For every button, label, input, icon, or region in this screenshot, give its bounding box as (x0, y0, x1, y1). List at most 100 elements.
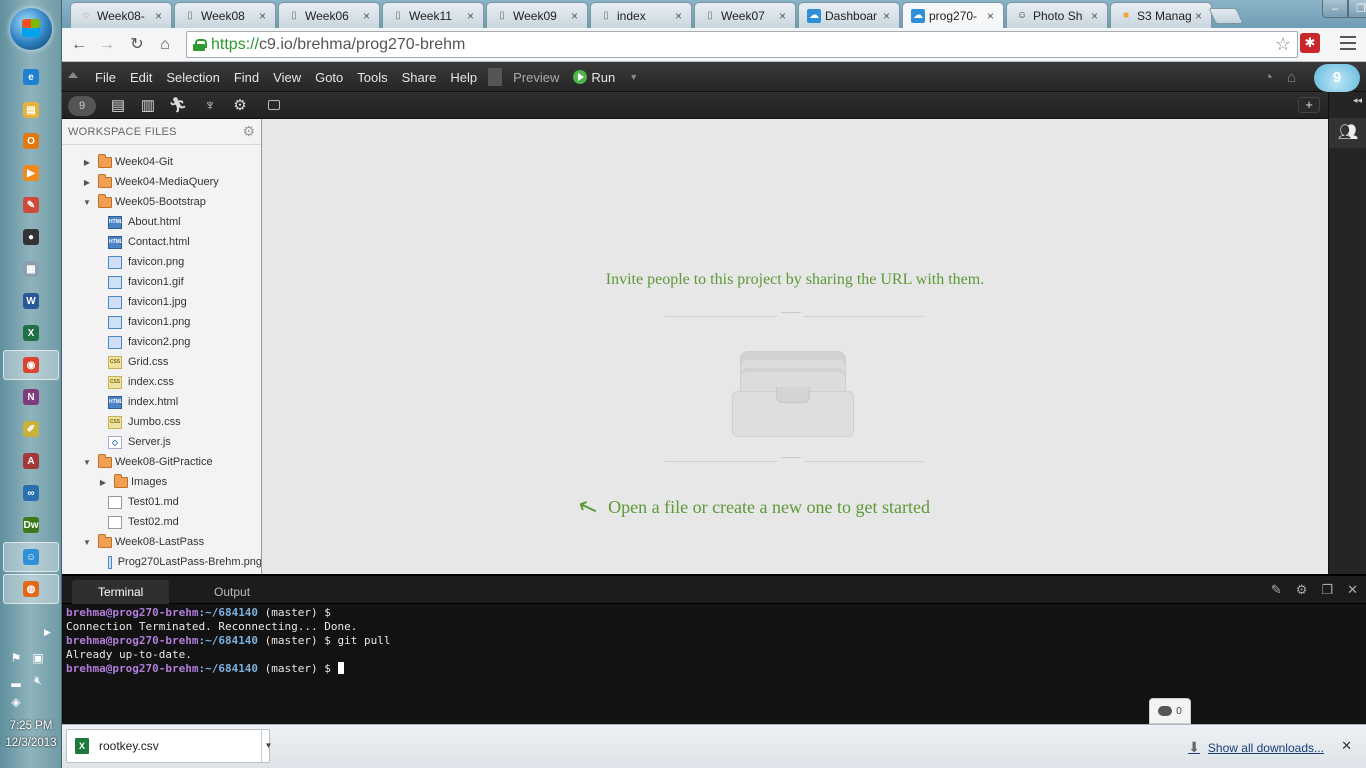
action-center-icon[interactable]: ⚑ (8, 650, 24, 666)
browser-tab[interactable]: ▯ Week07 × (694, 2, 796, 28)
dashboard-home-icon[interactable]: ⌂ (1287, 69, 1296, 86)
tree-file[interactable]: favicon1.png (62, 312, 261, 332)
tree-file[interactable]: HTML index.html (62, 392, 261, 412)
close-tab-icon[interactable]: × (1091, 9, 1101, 23)
maximize-button[interactable]: ❐ (1348, 0, 1366, 18)
cloud-toggle-icon[interactable]: 9 (68, 96, 96, 116)
collapse-menubar-icon[interactable] (68, 72, 78, 78)
menu-goto[interactable]: Goto (308, 70, 350, 85)
expand-chevron-icon[interactable]: ◂◂ (1353, 95, 1362, 106)
forward-arrow-icon[interactable]: → (96, 34, 118, 56)
taskbar-app-button[interactable]: ◉ (3, 350, 59, 380)
taskbar-app-button[interactable]: W (3, 286, 59, 316)
menu-file[interactable]: File (88, 70, 123, 85)
tree-folder[interactable]: ▼ Week08-GitPractice (62, 452, 261, 472)
volume-muted-icon[interactable]: 🔇︎ (30, 672, 46, 688)
new-tab-button[interactable] (1208, 8, 1244, 24)
files-settings-gear-icon[interactable]: ⚙ (242, 123, 255, 140)
download-options-dropdown[interactable]: ▼ (261, 730, 275, 764)
close-tab-icon[interactable]: × (259, 9, 269, 23)
tree-file[interactable]: favicon1.gif (62, 272, 261, 292)
tree-folder[interactable]: ▶ Week04-Git (62, 152, 261, 172)
clipboard-icon[interactable]: ▣ (30, 650, 46, 666)
run-button[interactable]: Run (566, 70, 622, 85)
browser-tab[interactable]: ▯ Week09 × (486, 2, 588, 28)
menu-help[interactable]: Help (443, 70, 484, 85)
preview-button[interactable]: Preview (506, 70, 566, 85)
tab-terminal[interactable]: Terminal (72, 580, 170, 604)
expanded-arrow-icon[interactable]: ▼ (82, 198, 92, 207)
browser-tab[interactable]: ◌ Week08- × (70, 2, 172, 28)
tab-list-icon[interactable] (268, 100, 280, 110)
browser-tab[interactable]: ▯ Week06 × (278, 2, 380, 28)
network-signal-icon[interactable]: ▂ (8, 672, 24, 688)
close-tab-icon[interactable]: × (779, 9, 789, 23)
menu-view[interactable]: View (266, 70, 308, 85)
tree-file[interactable]: CSS Grid.css (62, 352, 261, 372)
collaborators-icon[interactable]: 👥︎ (1329, 118, 1366, 148)
chrome-menu-icon[interactable] (1340, 36, 1356, 50)
console-settings-gear-icon[interactable]: ⚙ (1296, 582, 1308, 598)
tree-file[interactable]: Test02.md (62, 512, 261, 532)
browser-tab[interactable]: ▯ Week08 × (174, 2, 276, 28)
browser-tab[interactable]: ▯ Week11 × (382, 2, 484, 28)
collapsed-arrow-icon[interactable]: ▶ (82, 158, 92, 167)
browser-tab[interactable]: ☺ Photo Sh × (1006, 2, 1108, 28)
chat-button[interactable]: 0 (1149, 698, 1191, 724)
minimize-button[interactable]: – (1322, 0, 1348, 18)
browser-tab[interactable]: ▯ index × (590, 2, 692, 28)
c9-logo[interactable]: 9 (1314, 64, 1360, 92)
taskbar-app-button[interactable]: ▤ (3, 95, 59, 125)
tree-file[interactable]: Test01.md (62, 492, 261, 512)
system-clock[interactable]: 7:25 PM 12/3/2013 (0, 718, 62, 752)
lastpass-extension-icon[interactable]: ✱ (1300, 33, 1320, 53)
back-arrow-icon[interactable]: ← (68, 34, 90, 56)
settings-gear-icon[interactable]: ⚙ (230, 96, 250, 116)
tree-file[interactable]: favicon.png (62, 252, 261, 272)
show-hidden-icons-arrow[interactable]: ▶ (44, 627, 51, 638)
dropbox-icon[interactable]: ◈ (8, 694, 24, 710)
tree-folder[interactable]: ▼ Week08-LastPass (62, 532, 261, 552)
bookmark-star-icon[interactable]: ☆ (1275, 34, 1291, 55)
terminal-output[interactable]: brehma@prog270-brehm:~/684140 (master) $… (66, 606, 1362, 676)
tree-file[interactable]: CSS index.css (62, 372, 261, 392)
browser-tab[interactable]: ☁ Dashboar × (798, 2, 900, 28)
deploy-icon[interactable]: ▥ (138, 96, 158, 116)
expanded-arrow-icon[interactable]: ▼ (82, 458, 92, 467)
performance-icon[interactable]: ◔ (1264, 69, 1273, 86)
taskbar-app-button[interactable]: N (3, 382, 59, 412)
maximize-console-icon[interactable]: ❐ (1321, 582, 1333, 598)
taskbar-app-button[interactable]: ✎ (3, 190, 59, 220)
tree-folder[interactable]: ▼ Week05-Bootstrap (62, 192, 261, 212)
taskbar-app-button[interactable]: Dw (3, 510, 59, 540)
show-all-downloads-link[interactable]: ⬇ Show all downloads... (1188, 739, 1324, 756)
taskbar-app-button[interactable]: O (3, 126, 59, 156)
tree-folder[interactable]: ▶ Week04-MediaQuery (62, 172, 261, 192)
tree-file[interactable]: CSS Jumbo.css (62, 412, 261, 432)
taskbar-app-button[interactable]: ▶ (3, 158, 59, 188)
download-item[interactable]: X rootkey.csv ▼ (66, 729, 272, 764)
close-tab-icon[interactable]: × (571, 9, 581, 23)
lock-icon[interactable] (193, 38, 207, 51)
close-tab-icon[interactable]: × (987, 9, 997, 23)
expanded-arrow-icon[interactable]: ▼ (82, 538, 92, 547)
start-button[interactable] (10, 8, 52, 50)
taskbar-app-button[interactable]: A (3, 446, 59, 476)
browser-tab[interactable]: ☁ prog270- × (902, 2, 1004, 28)
menu-share[interactable]: Share (395, 70, 444, 85)
collapsed-arrow-icon[interactable]: ▶ (98, 478, 108, 487)
tree-folder[interactable]: ▶ Images (62, 472, 261, 492)
taskbar-app-button[interactable]: ∞ (3, 478, 59, 508)
tree-file[interactable]: favicon1.jpg (62, 292, 261, 312)
clear-console-icon[interactable]: ✎ (1271, 582, 1282, 598)
close-console-icon[interactable]: ✕ (1347, 582, 1358, 598)
taskbar-app-button[interactable]: ◍ (3, 574, 59, 604)
taskbar-app-button[interactable]: ✐ (3, 414, 59, 444)
menu-selection[interactable]: Selection (159, 70, 226, 85)
tree-file[interactable]: HTML About.html (62, 212, 261, 232)
collapsed-arrow-icon[interactable]: ▶ (82, 178, 92, 187)
add-tab-button[interactable]: + (1298, 97, 1320, 113)
run-dropdown-icon[interactable]: ▼ (622, 72, 645, 82)
taskbar-app-button[interactable]: ▦ (3, 254, 59, 284)
taskbar-app-button[interactable]: e (3, 62, 59, 92)
